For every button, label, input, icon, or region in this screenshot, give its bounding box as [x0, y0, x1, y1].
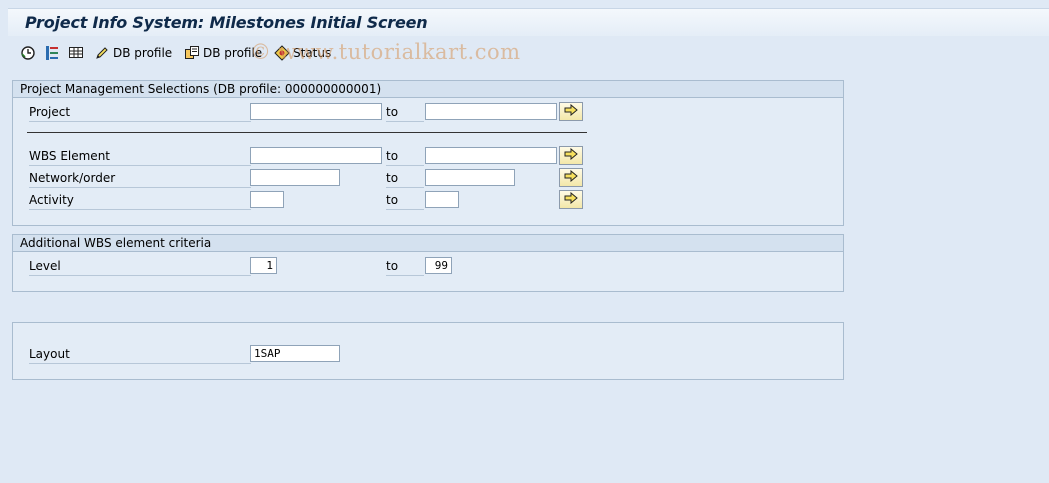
project-from-input[interactable] [250, 103, 382, 120]
multiple-selection-button[interactable] [559, 146, 583, 165]
group-title: Additional WBS element criteria [13, 235, 843, 252]
watermark: © www.tutorialkart.com [250, 40, 521, 64]
to-label: to [386, 191, 424, 210]
multiple-selection-button[interactable] [559, 168, 583, 187]
selection-options-button[interactable] [44, 44, 60, 62]
project-label: Project [29, 103, 251, 122]
to-label: to [386, 257, 424, 276]
activity-to-input[interactable] [425, 191, 459, 208]
to-label: to [386, 169, 424, 188]
layout-group: Layout [12, 322, 844, 380]
network-order-to-input[interactable] [425, 169, 515, 186]
edit-db-profile-button[interactable]: DB profile [94, 44, 172, 62]
level-to-input[interactable] [425, 257, 452, 274]
wbs-element-to-input[interactable] [425, 147, 557, 164]
db-profile-icon [184, 45, 200, 61]
left-frame-strip [0, 0, 8, 483]
network-order-label: Network/order [29, 169, 251, 188]
arrow-right-icon [564, 169, 578, 185]
layout-label: Layout [29, 345, 251, 364]
to-label: to [386, 103, 424, 122]
arrow-right-icon [564, 191, 578, 207]
level-from-input[interactable] [250, 257, 277, 274]
grid-table-icon [68, 45, 84, 61]
layout-input[interactable] [250, 345, 340, 362]
multiple-selection-button[interactable] [559, 190, 583, 209]
multiple-selection-button[interactable] [559, 102, 583, 121]
execute-button[interactable] [20, 44, 36, 62]
additional-wbs-criteria-group: Additional WBS element criteria Level to [12, 234, 844, 292]
level-label: Level [29, 257, 251, 276]
page-title: Project Info System: Milestones Initial … [25, 13, 428, 32]
layout-grid-button[interactable] [68, 44, 84, 62]
network-order-from-input[interactable] [250, 169, 340, 186]
arrow-right-icon [564, 147, 578, 163]
db-profile-label: DB profile [113, 46, 173, 60]
group-title: Project Management Selections (DB profil… [13, 81, 843, 98]
project-management-selections-group: Project Management Selections (DB profil… [12, 80, 844, 226]
activity-label: Activity [29, 191, 251, 210]
hierarchy-list-icon [44, 45, 60, 61]
title-bar: Project Info System: Milestones Initial … [8, 8, 1049, 37]
wbs-element-from-input[interactable] [250, 147, 382, 164]
to-label: to [386, 147, 424, 166]
activity-from-input[interactable] [250, 191, 284, 208]
wbs-element-label: WBS Element [29, 147, 251, 166]
application-toolbar: DB profile DB profile Status [8, 36, 1049, 70]
execute-clock-icon [20, 45, 36, 61]
pencil-icon [94, 45, 110, 61]
project-to-input[interactable] [425, 103, 557, 120]
arrow-right-icon [564, 103, 578, 119]
separator-line [27, 132, 587, 133]
